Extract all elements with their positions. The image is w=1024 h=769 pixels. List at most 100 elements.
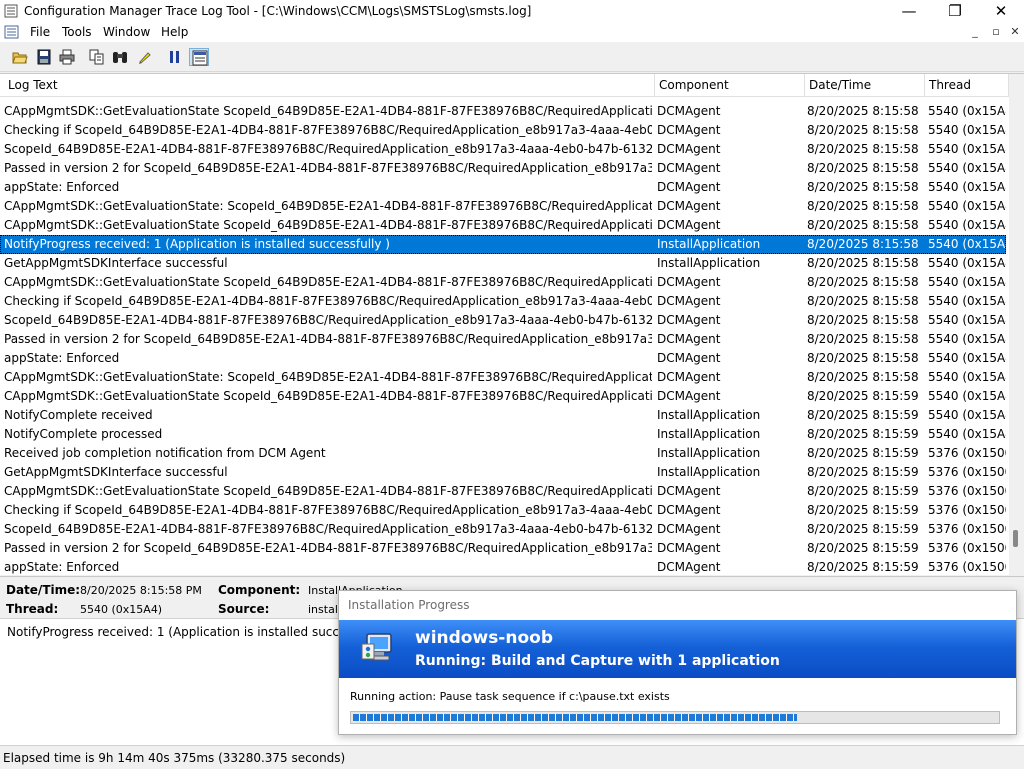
- log-row[interactable]: appState: Enforced DCMAgent 8/20/2025 8:15…: [0, 178, 1006, 197]
- thread-cell: 5376 (0x1500): [928, 503, 1006, 517]
- mdi-minimize-button[interactable]: _: [966, 25, 984, 39]
- save-button[interactable]: [34, 48, 54, 66]
- component-cell: DCMAgent: [657, 294, 721, 308]
- pause-button[interactable]: [165, 48, 185, 66]
- log-text-cell: NotifyComplete processed: [4, 427, 163, 441]
- log-text-cell: ScopeId_64B9D85E-E2A1-4DB4-881F-87FE3897…: [4, 313, 652, 327]
- datetime-cell: 8/20/2025 8:15:59 PM: [807, 484, 923, 498]
- thread-cell: 5376 (0x1500): [928, 465, 1006, 479]
- datetime-cell: 8/20/2025 8:15:58 PM: [807, 218, 923, 232]
- component-cell: DCMAgent: [657, 351, 721, 365]
- log-row[interactable]: GetAppMgmtSDKInterface successful Install…: [0, 463, 1006, 482]
- log-text-cell: CAppMgmtSDK::GetEvaluationState ScopeId_…: [4, 389, 652, 403]
- column-header-thread[interactable]: Thread: [925, 74, 1009, 96]
- log-row[interactable]: NotifyComplete received InstallApplicatio…: [0, 406, 1006, 425]
- log-row[interactable]: ScopeId_64B9D85E-E2A1-4DB4-881F-87FE3897…: [0, 311, 1006, 330]
- component-cell: DCMAgent: [657, 522, 721, 536]
- log-row[interactable]: CAppMgmtSDK::GetEvaluationState ScopeId_…: [0, 102, 1006, 121]
- highlight-button[interactable]: [135, 48, 155, 66]
- log-row[interactable]: NotifyProgress received: 1 (Application …: [0, 235, 1006, 254]
- component-cell: InstallApplication: [657, 465, 761, 479]
- title-bar[interactable]: Configuration Manager Trace Log Tool - […: [0, 0, 1024, 22]
- datetime-cell: 8/20/2025 8:15:58 PM: [807, 161, 923, 175]
- scrollbar-thumb[interactable]: [1013, 530, 1018, 547]
- component-cell: DCMAgent: [657, 161, 721, 175]
- copy-icon: [89, 49, 104, 65]
- log-row[interactable]: Checking if ScopeId_64B9D85E-E2A1-4DB4-8…: [0, 501, 1006, 520]
- column-header-datetime[interactable]: Date/Time: [805, 74, 925, 96]
- column-header-component[interactable]: Component: [655, 74, 805, 96]
- log-grid[interactable]: Log Text Component Date/Time Thread CApp…: [0, 73, 1024, 575]
- thread-cell: 5540 (0x15A4): [928, 237, 1006, 251]
- log-row[interactable]: ScopeId_64B9D85E-E2A1-4DB4-881F-87FE3897…: [0, 140, 1006, 159]
- app-icon: [4, 4, 18, 18]
- thread-cell: 5540 (0x15A4): [928, 199, 1006, 213]
- log-row[interactable]: CAppMgmtSDK::GetEvaluationState: ScopeId…: [0, 197, 1006, 216]
- log-row[interactable]: Passed in version 2 for ScopeId_64B9D85E…: [0, 330, 1006, 349]
- log-row[interactable]: Passed in version 2 for ScopeId_64B9D85E…: [0, 159, 1006, 178]
- log-row[interactable]: CAppMgmtSDK::GetEvaluationState ScopeId_…: [0, 216, 1006, 235]
- log-row[interactable]: CAppMgmtSDK::GetEvaluationState ScopeId_…: [0, 482, 1006, 501]
- menu-help[interactable]: Help: [161, 25, 188, 39]
- highlight-icon: [139, 52, 151, 64]
- copy-button[interactable]: [87, 48, 107, 66]
- open-button[interactable]: [10, 48, 30, 66]
- log-row[interactable]: CAppMgmtSDK::GetEvaluationState ScopeId_…: [0, 273, 1006, 292]
- find-button[interactable]: [110, 48, 130, 66]
- error-lookup-button[interactable]: [189, 48, 209, 66]
- log-row[interactable]: NotifyComplete processed InstallApplicati…: [0, 425, 1006, 444]
- log-row[interactable]: Checking if ScopeId_64B9D85E-E2A1-4DB4-8…: [0, 292, 1006, 311]
- datetime-cell: 8/20/2025 8:15:59 PM: [807, 560, 923, 574]
- log-row[interactable]: CAppMgmtSDK::GetEvaluationState ScopeId_…: [0, 387, 1006, 406]
- log-row[interactable]: GetAppMgmtSDKInterface successful Install…: [0, 254, 1006, 273]
- datetime-cell: 8/20/2025 8:15:58 PM: [807, 123, 923, 137]
- thread-cell: 5540 (0x15A4): [928, 332, 1006, 346]
- component-cell: DCMAgent: [657, 123, 721, 137]
- mdi-close-button[interactable]: ✕: [1006, 25, 1024, 39]
- print-button[interactable]: [57, 48, 77, 66]
- component-cell: DCMAgent: [657, 503, 721, 517]
- datetime-cell: 8/20/2025 8:15:58 PM: [807, 237, 923, 251]
- log-text-cell: Passed in version 2 for ScopeId_64B9D85E…: [4, 332, 652, 346]
- component-cell: DCMAgent: [657, 332, 721, 346]
- component-cell: DCMAgent: [657, 313, 721, 327]
- log-text-cell: Passed in version 2 for ScopeId_64B9D85E…: [4, 541, 652, 555]
- component-cell: InstallApplication: [657, 408, 761, 422]
- progress-bar: [350, 711, 1000, 724]
- datetime-cell: 8/20/2025 8:15:58 PM: [807, 180, 923, 194]
- dialog-title: Installation Progress: [348, 598, 470, 612]
- datetime-cell: 8/20/2025 8:15:59 PM: [807, 503, 923, 517]
- log-row[interactable]: CAppMgmtSDK::GetEvaluationState: ScopeId…: [0, 368, 1006, 387]
- menu-window[interactable]: Window: [103, 25, 150, 39]
- thread-cell: 5540 (0x15A4): [928, 389, 1006, 403]
- log-text-cell: Checking if ScopeId_64B9D85E-E2A1-4DB4-8…: [4, 123, 652, 137]
- column-header-log-text[interactable]: Log Text: [0, 74, 655, 96]
- minimize-button[interactable]: —: [886, 0, 932, 22]
- datetime-cell: 8/20/2025 8:15:58 PM: [807, 332, 923, 346]
- log-row[interactable]: Received job completion notification fro…: [0, 444, 1006, 463]
- close-button[interactable]: ✕: [978, 0, 1024, 22]
- status-bar: Elapsed time is 9h 14m 40s 375ms (33280.…: [0, 745, 1024, 769]
- menu-file[interactable]: File: [30, 25, 50, 39]
- datetime-cell: 8/20/2025 8:15:59 PM: [807, 541, 923, 555]
- document-icon[interactable]: [4, 25, 19, 39]
- mdi-restore-button[interactable]: ▫: [987, 25, 1005, 39]
- log-row[interactable]: Checking if ScopeId_64B9D85E-E2A1-4DB4-8…: [0, 121, 1006, 140]
- log-row[interactable]: Passed in version 2 for ScopeId_64B9D85E…: [0, 539, 1006, 558]
- menu-bar: File Tools Window Help _ ▫ ✕: [0, 22, 1024, 42]
- dialog-heading: windows-noob: [415, 628, 553, 648]
- thread-cell: 5540 (0x15A4): [928, 256, 1006, 270]
- log-row[interactable]: appState: Enforced DCMAgent 8/20/2025 8:15…: [0, 349, 1006, 368]
- datetime-cell: 8/20/2025 8:15:58 PM: [807, 275, 923, 289]
- dialog-subheading: Running: Build and Capture with 1 applic…: [415, 653, 780, 669]
- thread-cell: 5540 (0x15A4): [928, 104, 1006, 118]
- maximize-button[interactable]: ❐: [932, 0, 978, 22]
- component-cell: InstallApplication: [657, 446, 761, 460]
- log-row[interactable]: appState: Enforced DCMAgent 8/20/2025 8:15…: [0, 558, 1006, 575]
- component-cell: InstallApplication: [657, 427, 761, 441]
- log-text-cell: Passed in version 2 for ScopeId_64B9D85E…: [4, 161, 652, 175]
- log-row[interactable]: ScopeId_64B9D85E-E2A1-4DB4-881F-87FE3897…: [0, 520, 1006, 539]
- menu-tools[interactable]: Tools: [62, 25, 92, 39]
- log-text-cell: NotifyComplete received: [4, 408, 153, 422]
- vertical-scrollbar[interactable]: [1009, 74, 1024, 575]
